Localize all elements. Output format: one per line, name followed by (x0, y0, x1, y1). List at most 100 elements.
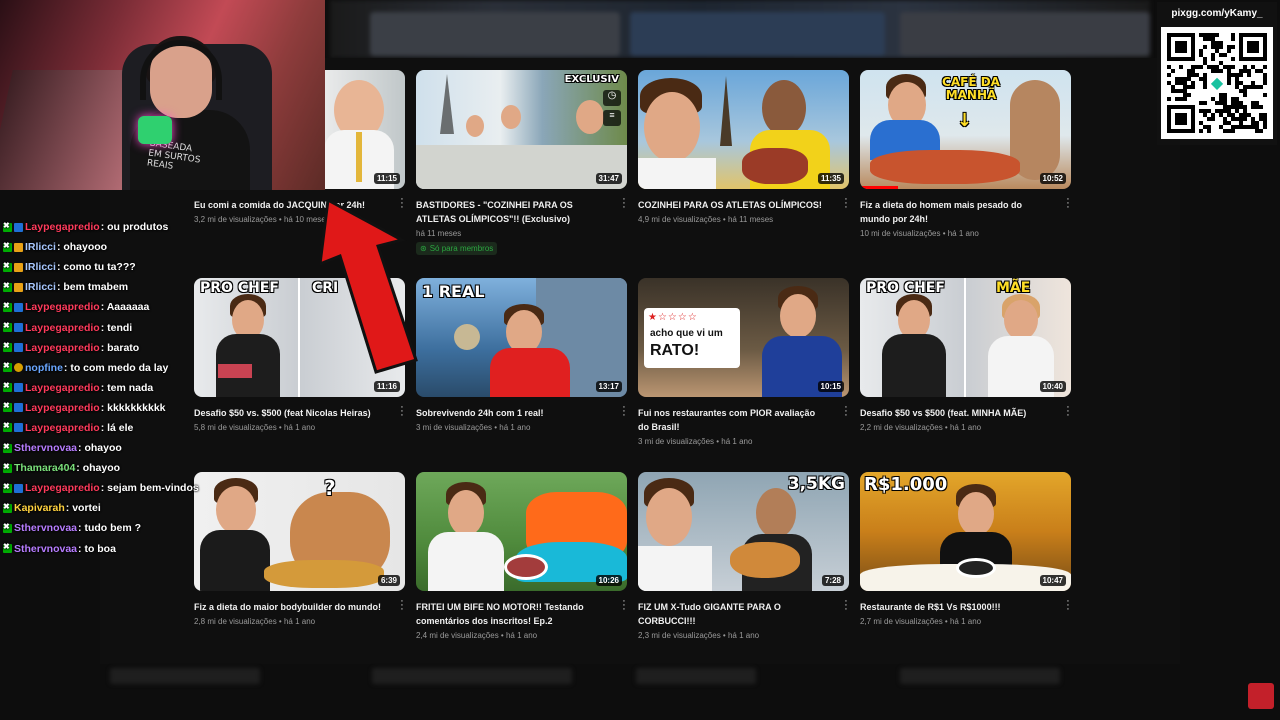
more-options-icon[interactable]: · · · (1063, 194, 1073, 213)
chat-username[interactable]: IRlicci (25, 241, 56, 253)
more-options-icon[interactable]: · · · (841, 402, 851, 421)
more-options-icon[interactable]: · · · (1063, 596, 1073, 615)
video-card[interactable]: ★☆☆☆☆ acho que vi um RATO! 10:15 Fui nos… (638, 278, 849, 446)
chat-username[interactable]: Sthervnovaa (14, 543, 77, 555)
split-divider (298, 278, 300, 397)
mod-badge-icon (3, 462, 12, 473)
chat-text: : tendi (100, 321, 133, 334)
video-card[interactable]: PRO CHEF MÃE 10:40 Desafio $50 vs $500 (… (860, 278, 1071, 432)
chat-username[interactable]: Laypegapredio (25, 422, 100, 434)
chef-jacket (882, 334, 946, 397)
video-title[interactable]: Fiz a dieta do homem mais pesado do mund… (860, 198, 1050, 226)
chat-username[interactable]: Laypegapredio (25, 221, 100, 233)
chat-username[interactable]: nopfine (25, 362, 63, 374)
mod-badge-icon (3, 341, 12, 353)
more-options-icon[interactable]: · · · (619, 596, 629, 615)
qr-code-icon[interactable]: ◆ (1161, 27, 1273, 139)
video-card[interactable]: EXCLUSIV ◷ ≡ 31:47 BASTIDORES - "COZINHE… (416, 70, 627, 256)
person-face (644, 92, 700, 162)
chat-username[interactable]: Thamara404 (14, 462, 75, 474)
video-meta: 2,7 mi de visualizações • há 1 ano (860, 617, 982, 626)
chat-text: : sejam bem-vindos (100, 482, 199, 495)
video-title[interactable]: FRITEI UM BIFE NO MOTOR!! Testando comen… (416, 600, 606, 628)
video-thumbnail[interactable]: 10:26 (416, 472, 627, 591)
video-thumbnail[interactable]: R$1.000 10:47 (860, 472, 1071, 591)
mod-badge-icon (3, 442, 12, 453)
video-card[interactable]: 1 REAL 13:17 Sobrevivendo 24h com 1 real… (416, 278, 627, 432)
thumb-caption: 1 REAL (422, 282, 485, 301)
video-card[interactable]: ? 6:39 Fiz a dieta do maior bodybuilder … (194, 472, 405, 626)
video-title[interactable]: Restaurante de R$1 Vs R$1000!!! (860, 600, 1050, 614)
mod-badge-icon (3, 421, 12, 433)
chat-message: Kapivarah: vortei (3, 498, 203, 518)
chat-message: Laypegapredio: sejam bem-vindos (3, 478, 203, 498)
chat-username[interactable]: Laypegapredio (25, 482, 100, 494)
chat-text: : vortei (65, 502, 101, 515)
video-thumbnail[interactable]: 1 REAL 13:17 (416, 278, 627, 397)
mod-badge-icon (3, 321, 12, 333)
video-title[interactable]: FIZ UM X-Tudo GIGANTE PARA O CORBUCCI!!! (638, 600, 828, 628)
video-meta: 10 mi de visualizações • há 1 ano (860, 229, 979, 238)
review-text-2: RATO! (650, 342, 700, 359)
donation-qr-panel: pixgg.com/yKamy_ ◆ (1157, 2, 1277, 145)
chat-username[interactable]: IRlicci (25, 261, 56, 273)
chat-message: Laypegapredio: lá ele (3, 418, 203, 438)
video-title[interactable]: Fiz a dieta do maior bodybuilder do mund… (194, 600, 384, 614)
video-card[interactable]: 10:26 FRITEI UM BIFE NO MOTOR!! Testando… (416, 472, 627, 640)
mod-badge-icon (3, 221, 12, 232)
chat-username[interactable]: Sthervnovaa (14, 442, 77, 454)
mod-badge-icon (3, 482, 12, 493)
chat-username[interactable]: IRlicci (25, 281, 56, 293)
video-thumbnail[interactable]: EXCLUSIV ◷ ≡ 31:47 (416, 70, 627, 189)
more-options-icon[interactable]: · · · (841, 194, 851, 213)
video-thumbnail[interactable]: PRO CHEF MÃE 10:40 (860, 278, 1071, 397)
mod-badge-icon (3, 261, 12, 272)
chef-jacket (638, 546, 712, 591)
video-title[interactable]: Fui nos restaurantes com PIOR avaliação … (638, 406, 828, 434)
chat-username[interactable]: Laypegapredio (25, 342, 100, 354)
members-only-badge: ⊛ Só para membros (416, 242, 498, 255)
person-face (762, 80, 806, 136)
chat-username[interactable]: Sthervnovaa (14, 522, 77, 534)
video-thumbnail[interactable]: 11:35 (638, 70, 849, 189)
video-title[interactable]: BASTIDORES - "COZINHEI PARA OS ATLETAS O… (416, 198, 606, 226)
video-card[interactable]: 11:35 COZINHEI PARA OS ATLETAS OLÍMPICOS… (638, 70, 849, 224)
blurred-text (900, 668, 1060, 684)
video-title[interactable]: Desafio $50 vs. $500 (feat Nicolas Heira… (194, 406, 384, 420)
more-options-icon[interactable]: · · · (397, 402, 407, 421)
channel-avatar (1248, 683, 1274, 709)
more-options-icon[interactable]: · · · (1063, 402, 1073, 421)
prime-badge-icon (14, 302, 23, 312)
more-options-icon[interactable]: · · · (841, 596, 851, 615)
video-meta: há 11 meses (416, 229, 462, 238)
steak-plate (504, 554, 548, 580)
video-title[interactable]: Sobrevivendo 24h com 1 real! (416, 406, 606, 420)
chat-username[interactable]: Kapivarah (14, 502, 65, 514)
mod-badge-icon (3, 502, 12, 513)
blurred-text (636, 668, 756, 684)
chat-text: : ohayooo (56, 241, 108, 254)
split-divider (964, 278, 966, 397)
video-card[interactable]: 3,5KG 7:28 FIZ UM X-Tudo GIGANTE PARA O … (638, 472, 849, 640)
chat-username[interactable]: Laypegapredio (25, 382, 100, 394)
video-thumbnail[interactable]: 3,5KG 7:28 (638, 472, 849, 591)
video-thumbnail[interactable]: CAFÉ DA MANHÃ ↓ 10:52 (860, 70, 1071, 189)
more-options-icon[interactable]: · · · (619, 194, 629, 213)
video-card[interactable]: CAFÉ DA MANHÃ ↓ 10:52 Fiz a dieta do hom… (860, 70, 1071, 238)
video-meta: 4,9 mi de visualizações • há 11 meses (638, 215, 774, 224)
chat-username[interactable]: Laypegapredio (25, 402, 100, 414)
add-to-queue-icon[interactable]: ≡ (603, 110, 621, 126)
chat-username[interactable]: Laypegapredio (25, 301, 100, 313)
more-options-icon[interactable]: · · · (619, 402, 629, 421)
video-duration: 11:35 (817, 173, 844, 184)
video-title[interactable]: COZINHEI PARA OS ATLETAS OLÍMPICOS! (638, 198, 828, 212)
chat-message: Thamara404: ohayoo (3, 458, 203, 478)
chat-username[interactable]: Laypegapredio (25, 322, 100, 334)
watch-later-icon[interactable]: ◷ (603, 90, 621, 106)
video-thumbnail[interactable]: ★☆☆☆☆ acho que vi um RATO! 10:15 (638, 278, 849, 397)
video-thumbnail[interactable]: ? 6:39 (194, 472, 405, 591)
video-title[interactable]: Desafio $50 vs $500 (feat. MINHA MÃE) (860, 406, 1050, 420)
chat-text: : ohayoo (76, 462, 121, 475)
video-card[interactable]: R$1.000 10:47 Restaurante de R$1 Vs R$10… (860, 472, 1071, 626)
more-options-icon[interactable]: · · · (397, 596, 407, 615)
